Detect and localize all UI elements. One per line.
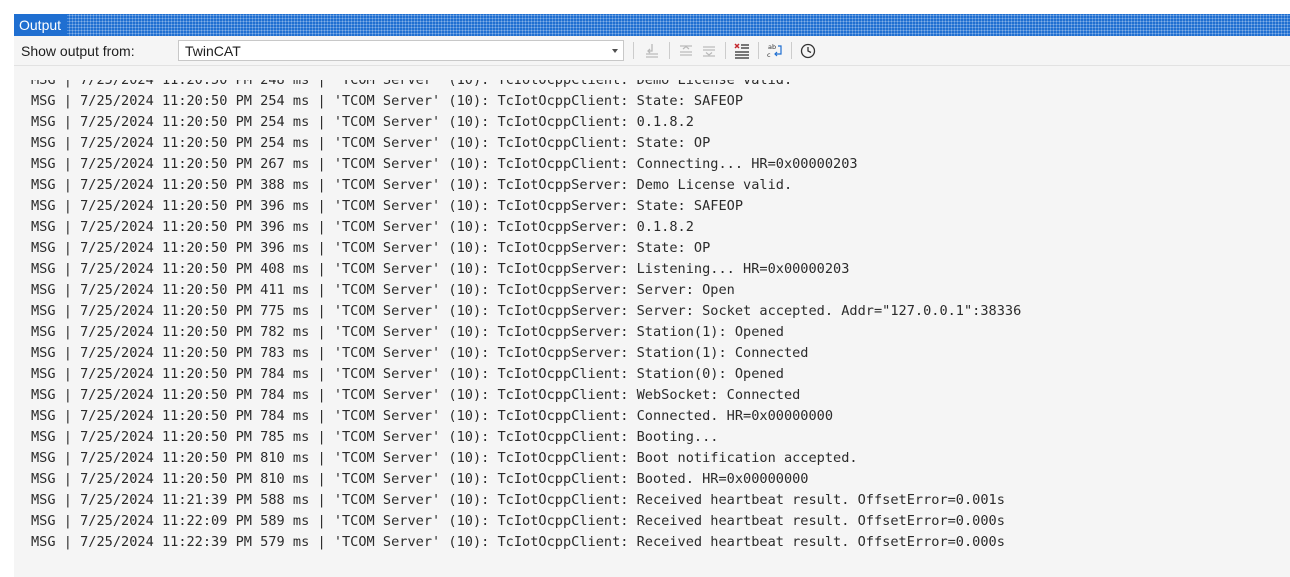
window-frame: Output Show output from: TwinCAT ab c MS… [0, 0, 1290, 577]
toolbar-separator [633, 42, 634, 59]
log-line: MSG | 7/25/2024 11:22:09 PM 589 ms | 'TC… [31, 513, 1005, 529]
log-line: MSG | 7/25/2024 11:20:50 PM 784 ms | 'TC… [31, 408, 834, 424]
next-message-icon [703, 46, 715, 57]
log-line: MSG | 7/25/2024 11:20:50 PM 396 ms | 'TC… [31, 219, 694, 235]
log-line: MSG | 7/25/2024 11:20:50 PM 248 ms | 'TC… [31, 80, 793, 88]
log-line: MSG | 7/25/2024 11:20:50 PM 254 ms | 'TC… [31, 93, 744, 109]
clear-all-icon [734, 43, 749, 59]
output-source-value: TwinCAT [185, 43, 241, 59]
clear-all-button[interactable] [731, 40, 753, 62]
log-line: MSG | 7/25/2024 11:20:50 PM 396 ms | 'TC… [31, 240, 711, 256]
output-toolbar: Show output from: TwinCAT ab c [14, 36, 1290, 66]
log-line: MSG | 7/25/2024 11:20:50 PM 810 ms | 'TC… [31, 450, 858, 466]
svg-text:c: c [767, 51, 771, 59]
log-line: MSG | 7/25/2024 11:20:50 PM 775 ms | 'TC… [31, 303, 1022, 319]
log-line: MSG | 7/25/2024 11:20:50 PM 254 ms | 'TC… [31, 135, 711, 151]
log-line: MSG | 7/25/2024 11:20:50 PM 411 ms | 'TC… [31, 282, 735, 298]
toolbar-separator [669, 42, 670, 59]
output-text-area[interactable]: MSG | 7/25/2024 11:20:50 PM 248 ms | 'TC… [14, 80, 1290, 577]
log-line: MSG | 7/25/2024 11:20:50 PM 782 ms | 'TC… [31, 324, 784, 340]
toggle-word-wrap-icon: ab c [767, 43, 782, 59]
panel-title-bar[interactable]: Output [14, 14, 1290, 36]
panel-title: Output [14, 14, 68, 36]
toolbar-separator [725, 42, 726, 59]
toggle-word-wrap-button[interactable]: ab c [764, 40, 786, 62]
next-message-button[interactable] [698, 40, 720, 62]
log-line: MSG | 7/25/2024 11:22:39 PM 579 ms | 'TC… [31, 534, 1005, 550]
go-to-line-icon [646, 44, 658, 58]
clock-timestamp-icon [800, 43, 816, 59]
log-line: MSG | 7/25/2024 11:20:50 PM 784 ms | 'TC… [31, 366, 784, 382]
log-line: MSG | 7/25/2024 11:20:50 PM 254 ms | 'TC… [31, 114, 694, 130]
log-line: MSG | 7/25/2024 11:20:50 PM 785 ms | 'TC… [31, 429, 719, 445]
log-line: MSG | 7/25/2024 11:20:50 PM 267 ms | 'TC… [31, 156, 858, 172]
log-line: MSG | 7/25/2024 11:20:50 PM 810 ms | 'TC… [31, 471, 809, 487]
previous-message-button[interactable] [675, 40, 697, 62]
log-line: MSG | 7/25/2024 11:20:50 PM 388 ms | 'TC… [31, 177, 793, 193]
show-timestamp-button[interactable] [797, 40, 819, 62]
previous-message-icon [680, 45, 692, 56]
toolbar-separator [758, 42, 759, 59]
log-lines: MSG | 7/25/2024 11:20:50 PM 248 ms | 'TC… [14, 80, 1290, 553]
output-panel: Output Show output from: TwinCAT ab c MS… [14, 14, 1290, 577]
log-line: MSG | 7/25/2024 11:20:50 PM 784 ms | 'TC… [31, 387, 801, 403]
output-source-dropdown[interactable]: TwinCAT [178, 40, 624, 61]
log-line: MSG | 7/25/2024 11:20:50 PM 396 ms | 'TC… [31, 198, 744, 214]
show-output-from-label: Show output from: [21, 43, 135, 59]
chevron-down-icon [612, 49, 618, 53]
svg-text:ab: ab [768, 43, 776, 51]
log-line: MSG | 7/25/2024 11:20:50 PM 783 ms | 'TC… [31, 345, 809, 361]
log-line: MSG | 7/25/2024 11:20:50 PM 408 ms | 'TC… [31, 261, 850, 277]
toolbar-separator [791, 42, 792, 59]
go-to-line-button[interactable] [641, 40, 663, 62]
log-line: MSG | 7/25/2024 11:21:39 PM 588 ms | 'TC… [31, 492, 1005, 508]
